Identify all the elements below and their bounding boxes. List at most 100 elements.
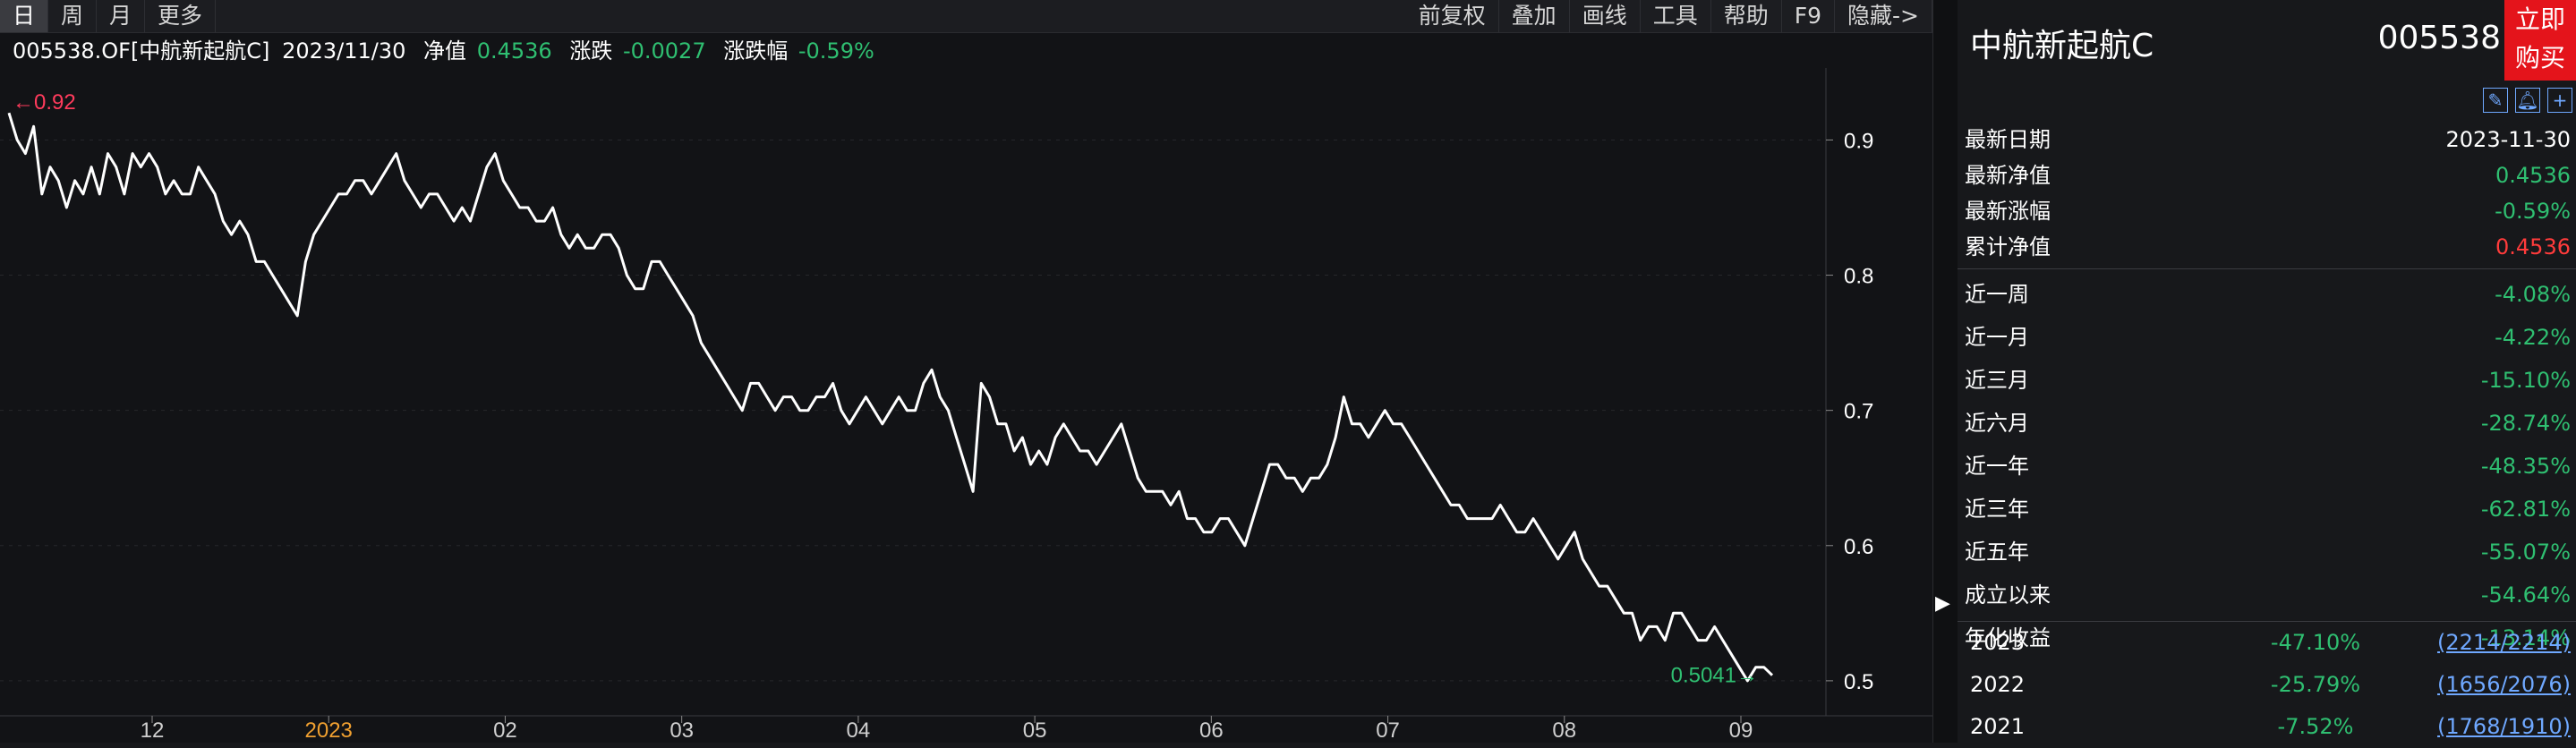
year-return: -47.10% [2270,630,2361,655]
info-date: 2023/11/30 [282,38,406,64]
period-return-value: -62.81% [2480,497,2571,522]
period-return-row-5: 近三年 -62.81% [1958,488,2576,531]
year-label: 2021 [1970,714,2026,739]
x-tick-label: 07 [1376,718,1400,743]
stat-value: 2023-11-30 [2445,127,2571,152]
y-tick-label: 0.6 [1844,535,1873,559]
year-row-2021: 2021 -7.52% (1768/1910) [1958,706,2576,748]
buy-label-2: 购买 [2514,43,2565,72]
tool-menu: 前复权 叠加 画线 工具 帮助 F9 隐藏-> [1406,0,1932,32]
yearly-returns: 2023 -47.10% (2214/2214) 2022 -25.79% (1656/2… [1958,621,2576,748]
period-return-row-1: 近一月 -4.22% [1958,316,2576,359]
x-tick-label: 05 [1023,718,1047,743]
tool-menu-item-5[interactable]: F9 [1782,0,1836,32]
pct-value: -0.59% [798,38,874,64]
x-tick-label: 02 [493,718,517,743]
x-tick-label: 06 [1199,718,1224,743]
fund-stats: 最新日期 2023-11-30 最新净值 0.4536 最新涨幅 -0.59% 累计净值 0.… [1958,122,2576,659]
year-return: -25.79% [2270,672,2361,697]
tool-menu-item-4[interactable]: 帮助 [1711,0,1782,32]
plus-icon[interactable]: + [2547,88,2572,113]
change-label: 涨跌 [569,38,613,64]
period-return-row-4: 近一年 -48.35% [1958,445,2576,488]
year-label: 2023 [1970,630,2026,655]
buy-button[interactable]: 立即 购买 [2504,0,2576,81]
y-tick-label: 0.9 [1844,129,1873,153]
period-return-label: 近一月 [1965,325,2029,350]
stat-value: 0.4536 [2495,234,2571,259]
stat-value: 0.4536 [2495,163,2571,188]
period-return-row-0: 近一周 -4.08% [1958,273,2576,316]
panel-divider[interactable] [1932,0,1958,743]
year-rank-link[interactable]: (1656/2076) [2437,664,2571,706]
x-tick-label: 08 [1552,718,1576,743]
period-return-row-6: 近五年 -55.07% [1958,531,2576,574]
year-rank-link[interactable]: (2214/2214) [2437,622,2571,664]
tool-menu-item-0[interactable]: 前复权 [1406,0,1499,32]
stats-divider [1958,268,2576,269]
x-tick-label: 09 [1729,718,1753,743]
x-tick-label: 03 [670,718,694,743]
period-return-row-2: 近三月 -15.10% [1958,359,2576,402]
chart-panel: 日周月更多 前复权 叠加 画线 工具 帮助 F9 隐藏-> 005538.OF[中航新起航C… [0,0,1932,743]
fund-code: 005538 [2377,20,2501,56]
stat-row-0: 最新日期 2023-11-30 [1958,122,2576,157]
edit-icon[interactable]: ✎ [2483,88,2508,113]
tool-menu-item-1[interactable]: 叠加 [1499,0,1570,32]
fund-info-panel: 中航新起航C 005538 立即 购买 ✎ 🔔︎ + 最新日期 2023-11-3… [1958,0,2576,743]
nav-info-line: 005538.OF[中航新起航C] 2023/11/30 净值 0.4536 涨… [13,34,885,68]
max-value-annotation: ←0.92 [13,90,76,115]
period-tab-1[interactable]: 周 [48,0,98,32]
fund-name: 中航新起航C [1970,28,2154,64]
period-tab-0[interactable]: 日 [0,0,49,32]
min-value-annotation: 0.5041→ [1671,664,1758,688]
period-return-value: -55.07% [2480,540,2571,565]
period-return-value: -54.64% [2480,582,2571,608]
period-return-row-7: 成立以来 -54.64% [1958,574,2576,616]
nav-line-chart[interactable]: 0.9 0.8 0.7 0.6 0.5 12 2023 02 03 04 05 06 07 08 09 ←0.… [0,68,1932,743]
stat-row-3: 累计净值 0.4536 [1958,229,2576,265]
stat-value: -0.59% [2495,199,2571,224]
chart-toolbar: 日周月更多 前复权 叠加 画线 工具 帮助 F9 隐藏-> [0,0,1932,33]
period-tabs: 日周月更多 [0,0,217,32]
buy-label-1: 立即 [2514,4,2565,34]
year-return: -7.52% [2277,714,2354,739]
period-return-label: 近一年 [1965,454,2029,479]
stat-label: 最新日期 [1965,127,2051,152]
period-tab-2[interactable]: 月 [97,0,146,32]
tool-menu-item-6[interactable]: 隐藏-> [1835,0,1932,32]
tool-menu-item-2[interactable]: 画线 [1570,0,1641,32]
nav-series-line [7,112,1774,683]
period-return-value: -28.74% [2480,411,2571,436]
nav-label: 净值 [423,38,467,64]
period-return-label: 近六月 [1965,411,2029,436]
x-tick-label: 2023 [305,718,353,743]
stat-row-1: 最新净值 0.4536 [1958,157,2576,193]
period-return-row-3: 近六月 -28.74% [1958,402,2576,445]
x-tick-label: 04 [847,718,871,743]
period-return-label: 近三年 [1965,497,2029,522]
side-tool-icons: ✎ 🔔︎ + [2483,88,2572,113]
period-return-value: -4.08% [2495,282,2571,307]
y-tick-label: 0.7 [1844,400,1873,424]
stat-label: 累计净值 [1965,234,2051,259]
chart-svg: 0.9 0.8 0.7 0.6 0.5 12 2023 02 03 04 05 06 07 08 09 ←0.… [0,68,1932,743]
stat-label: 最新涨幅 [1965,199,2051,224]
y-tick-label: 0.5 [1844,670,1873,694]
tool-menu-item-3[interactable]: 工具 [1641,0,1711,32]
stat-label: 最新净值 [1965,163,2051,188]
x-tick-label: 12 [141,718,165,743]
period-return-label: 近五年 [1965,540,2029,565]
collapse-arrow-icon[interactable]: ▶ [1935,592,1950,615]
period-return-label: 近一周 [1965,282,2029,307]
year-rank-link[interactable]: (1768/1910) [2437,706,2571,748]
fund-code-label: 005538.OF[中航新起航C] [13,38,270,64]
period-return-value: -48.35% [2480,454,2571,479]
period-return-value: -4.22% [2495,325,2571,350]
period-tab-3[interactable]: 更多 [145,0,217,32]
y-tick-label: 0.8 [1844,265,1873,289]
year-label: 2022 [1970,672,2026,697]
pct-label: 涨跌幅 [723,38,789,64]
year-row-2023: 2023 -47.10% (2214/2214) [1958,622,2576,664]
bell-icon[interactable]: 🔔︎ [2515,88,2540,113]
